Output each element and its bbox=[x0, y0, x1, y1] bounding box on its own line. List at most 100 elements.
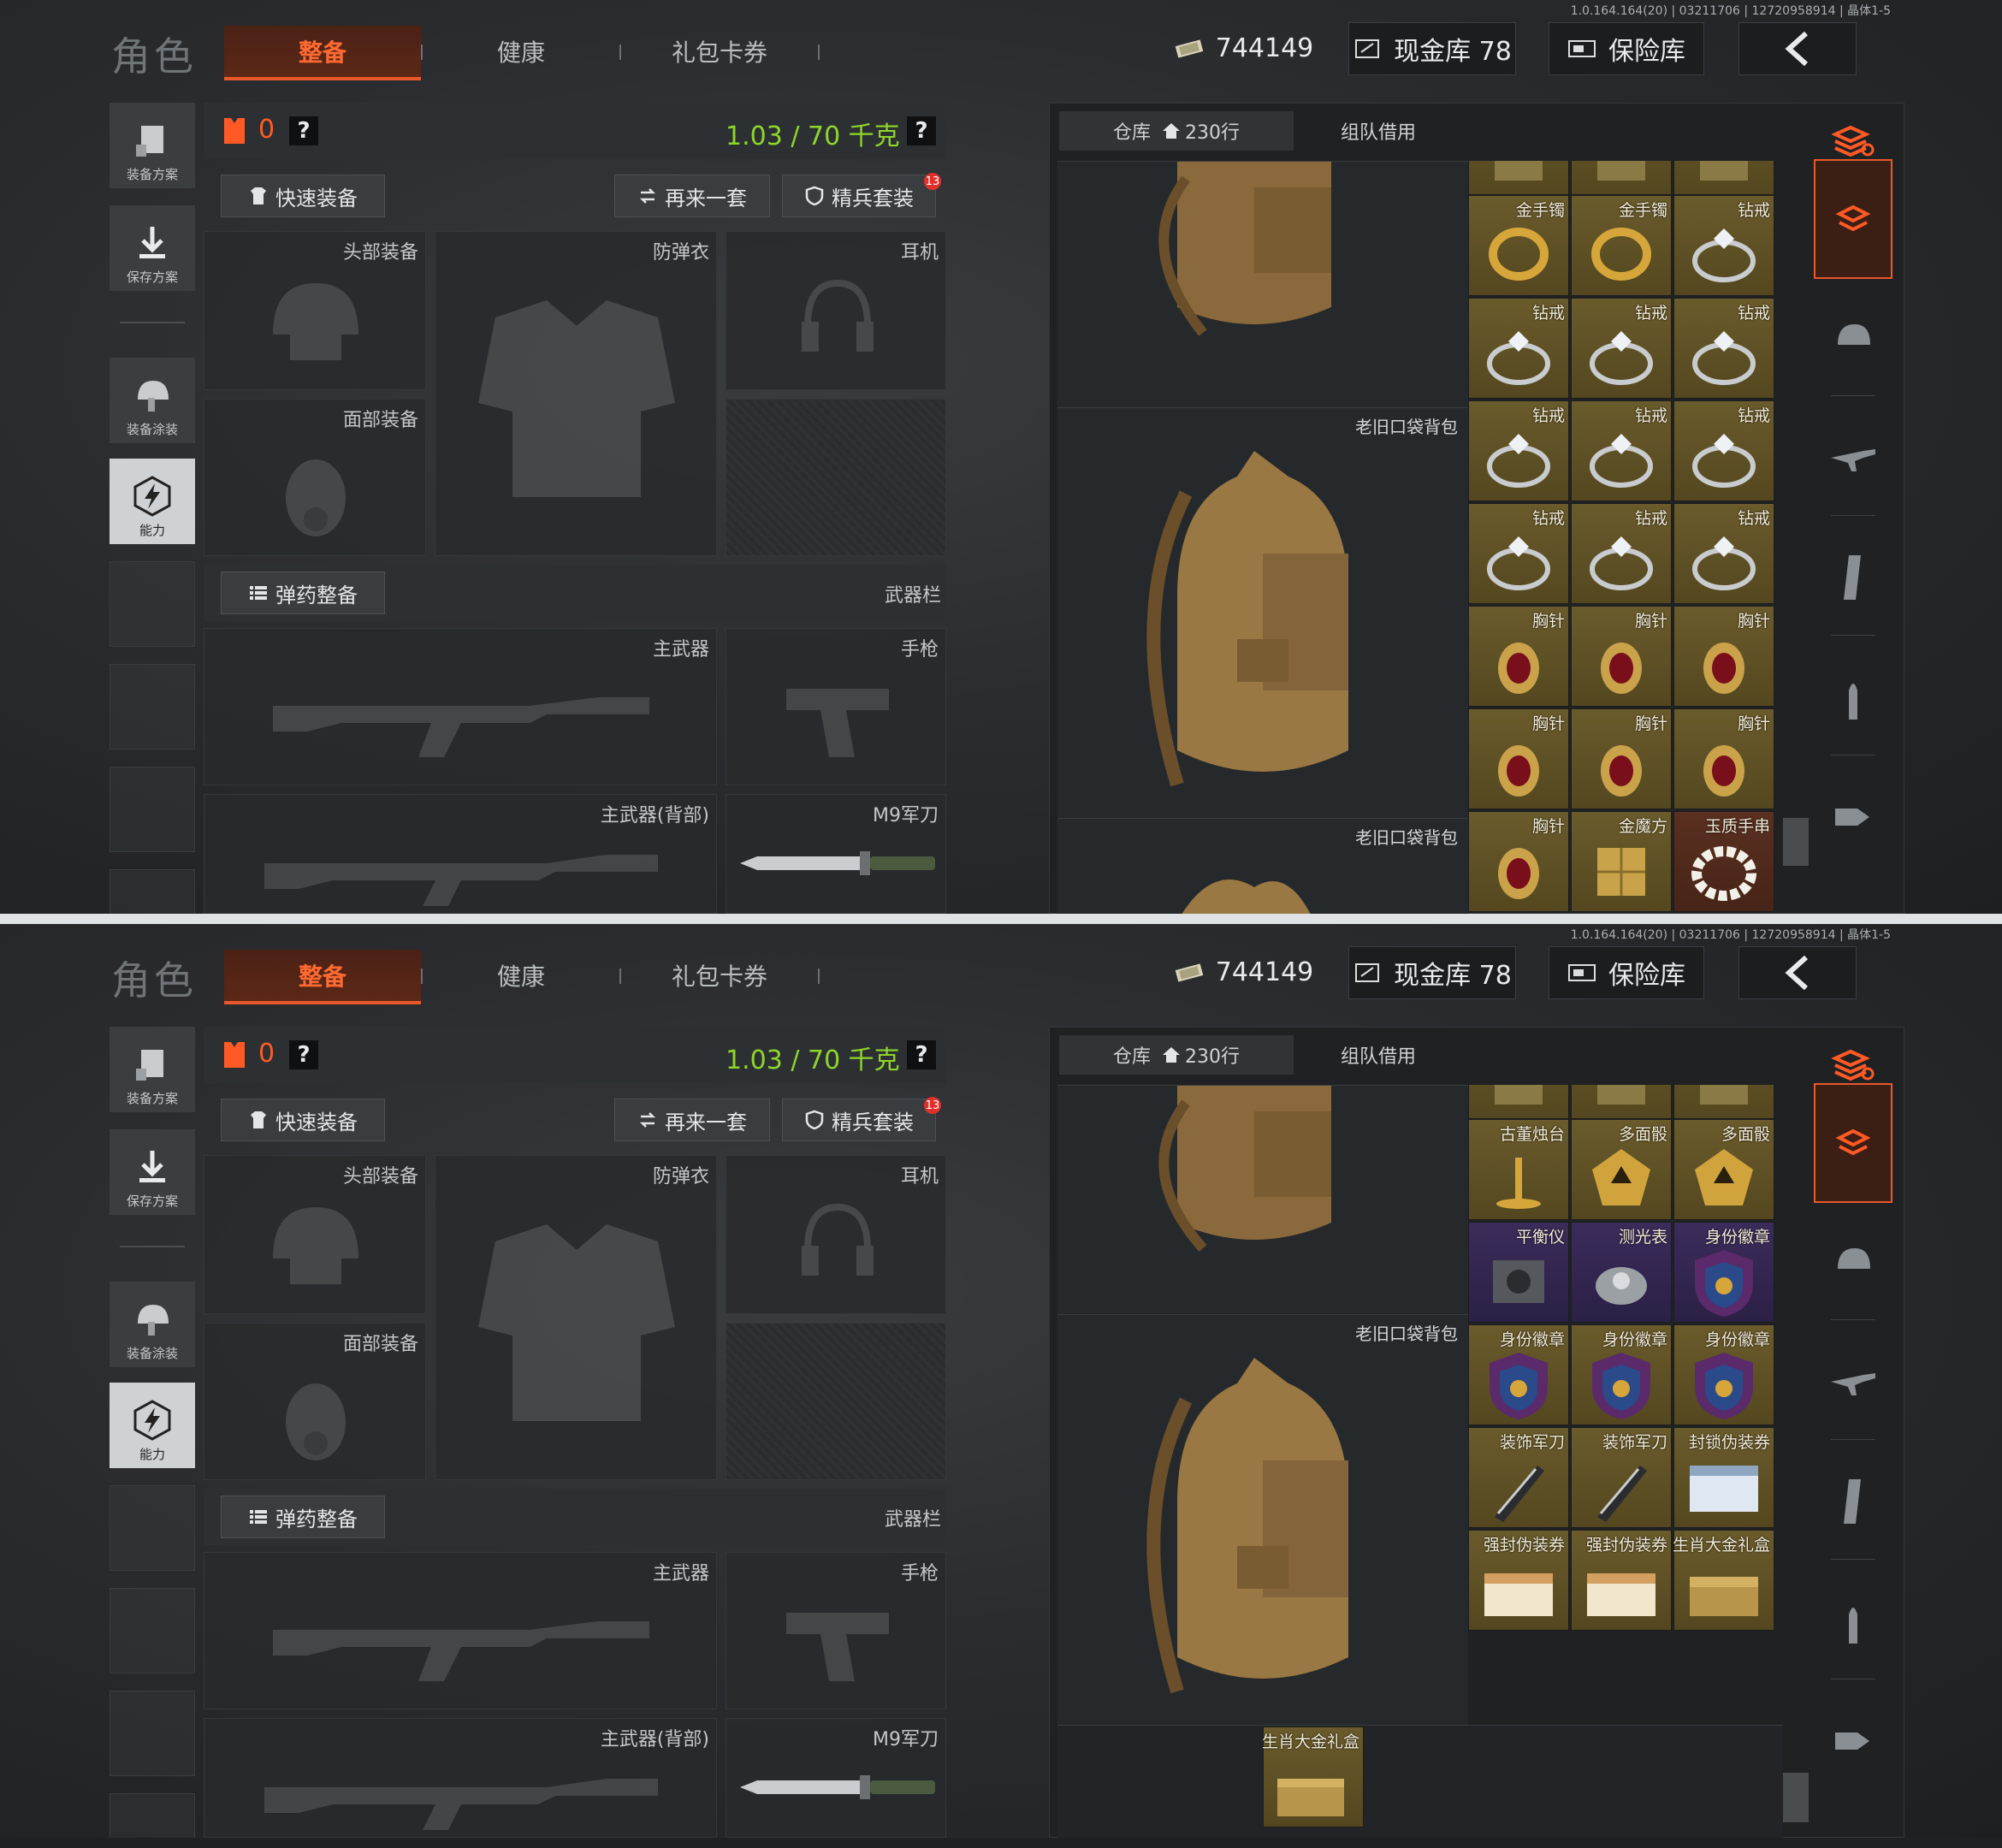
equip-again-button[interactable]: 再来一套 bbox=[614, 175, 770, 217]
rail-magazine[interactable] bbox=[1814, 1463, 1892, 1540]
backpack-cell[interactable]: 老旧口袋背包 bbox=[1057, 1314, 1468, 1726]
item-cell[interactable]: 钻戒 bbox=[1468, 503, 1569, 604]
item-cell[interactable]: 装饰军刀 bbox=[1571, 1427, 1672, 1528]
rail-rifle[interactable] bbox=[1814, 1343, 1892, 1420]
item-cell[interactable]: 胸针 bbox=[1468, 811, 1569, 912]
slot-body-armor[interactable]: 防弹衣 bbox=[435, 231, 717, 556]
item-cell[interactable]: 平衡仪 bbox=[1468, 1222, 1569, 1323]
slot-knife[interactable]: M9军刀 bbox=[726, 794, 946, 914]
ammo-prep-button[interactable]: 弹药整备 bbox=[221, 572, 385, 614]
item-cell[interactable]: 装饰军刀 bbox=[1468, 1427, 1569, 1528]
slot-head[interactable]: 头部装备 bbox=[204, 231, 426, 390]
slot-pistol[interactable]: 手枪 bbox=[726, 628, 946, 785]
scrollbar-thumb[interactable] bbox=[1783, 818, 1809, 866]
item-cell[interactable]: 多面骰 bbox=[1571, 1119, 1672, 1220]
cash-vault-button[interactable]: 现金库 78 bbox=[1348, 946, 1516, 999]
rail-magazine[interactable] bbox=[1814, 539, 1892, 616]
item-cell[interactable]: 玉质手串 bbox=[1673, 811, 1774, 912]
armor-help-button[interactable]: ? bbox=[289, 1040, 318, 1069]
backpack-cell[interactable]: 老旧口袋背包 bbox=[1057, 407, 1468, 819]
rail-all-items[interactable] bbox=[1814, 159, 1892, 279]
item-cell[interactable]: 身份徽章 bbox=[1571, 1324, 1672, 1425]
tab-team-borrow[interactable]: 组队借用 bbox=[1297, 1035, 1460, 1075]
item-cell[interactable]: 生肖大金礼盒 bbox=[1673, 1530, 1774, 1631]
item-cell[interactable] bbox=[1468, 1085, 1569, 1119]
nav-save-plan[interactable]: 保存方案 bbox=[110, 205, 195, 291]
slot-knife[interactable]: M9军刀 bbox=[726, 1718, 946, 1838]
nav-ability[interactable]: 能力 bbox=[110, 1383, 195, 1468]
item-cell[interactable]: 胸针 bbox=[1468, 606, 1569, 707]
item-cell[interactable]: 强封伪装券 bbox=[1571, 1530, 1672, 1631]
item-cell[interactable]: 钻戒 bbox=[1673, 195, 1774, 296]
quick-equip-button[interactable]: 快速装备 bbox=[221, 1099, 385, 1141]
weight-help-button[interactable]: ? bbox=[907, 1040, 936, 1069]
slot-primary-weapon[interactable]: 主武器 bbox=[204, 628, 717, 785]
tab-team-borrow[interactable]: 组队借用 bbox=[1297, 111, 1460, 151]
item-cell[interactable]: 钻戒 bbox=[1571, 400, 1672, 501]
tab-warehouse[interactable]: 仓库 230行 bbox=[1059, 1035, 1294, 1075]
rail-all-items[interactable] bbox=[1814, 1083, 1892, 1203]
item-cell[interactable]: 多面骰 bbox=[1673, 1119, 1774, 1220]
rail-ammo[interactable] bbox=[1814, 659, 1892, 736]
item-cell[interactable]: 测光表 bbox=[1571, 1222, 1672, 1323]
item-cell[interactable]: 胸针 bbox=[1571, 708, 1672, 809]
weight-help-button[interactable]: ? bbox=[907, 116, 936, 145]
quick-equip-button[interactable]: 快速装备 bbox=[221, 175, 385, 217]
slot-face[interactable]: 面部装备 bbox=[204, 1323, 426, 1480]
backpack-cell[interactable] bbox=[1057, 1085, 1468, 1315]
backpack-cell[interactable] bbox=[1057, 161, 1468, 408]
nav-gear-paint[interactable]: 装备涂装 bbox=[110, 1282, 195, 1367]
item-cell[interactable] bbox=[1571, 1085, 1672, 1119]
tab-health[interactable]: 健康 bbox=[423, 950, 619, 1001]
item-cell[interactable] bbox=[1571, 161, 1672, 195]
item-cell[interactable]: 封锁伪装券 bbox=[1673, 1427, 1774, 1528]
slot-primary-weapon[interactable]: 主武器 bbox=[204, 1552, 717, 1709]
tab-gear[interactable]: 整备 bbox=[224, 950, 421, 1004]
slot-body-armor[interactable]: 防弹衣 bbox=[435, 1155, 717, 1480]
elite-set-button[interactable]: 精兵套装 bbox=[782, 1099, 936, 1141]
item-cell[interactable]: 强封伪装券 bbox=[1468, 1530, 1569, 1631]
tab-gear[interactable]: 整备 bbox=[224, 26, 421, 80]
slot-earphone[interactable]: 耳机 bbox=[726, 231, 946, 390]
slot-face[interactable]: 面部装备 bbox=[204, 399, 426, 556]
rail-attachment[interactable] bbox=[1814, 1703, 1892, 1780]
item-cell[interactable] bbox=[1673, 161, 1774, 195]
tab-gift-coupons[interactable]: 礼包卡券 bbox=[621, 26, 818, 77]
equip-again-button[interactable]: 再来一套 bbox=[614, 1099, 770, 1141]
nav-save-plan[interactable]: 保存方案 bbox=[110, 1129, 195, 1215]
item-cell[interactable] bbox=[1468, 161, 1569, 195]
armor-help-button[interactable]: ? bbox=[289, 116, 318, 145]
slot-primary-weapon-back[interactable]: 主武器(背部) bbox=[204, 794, 717, 914]
item-cell[interactable]: 钻戒 bbox=[1468, 400, 1569, 501]
tab-gift-coupons[interactable]: 礼包卡券 bbox=[621, 950, 818, 1001]
item-cell[interactable]: 金魔方 bbox=[1571, 811, 1672, 912]
rail-ammo[interactable] bbox=[1814, 1583, 1892, 1660]
safe-box-button[interactable]: 保险库 bbox=[1549, 22, 1704, 75]
slot-earphone[interactable]: 耳机 bbox=[726, 1155, 946, 1314]
item-cell[interactable]: 钻戒 bbox=[1571, 298, 1672, 399]
item-cell[interactable]: 金手镯 bbox=[1468, 195, 1569, 296]
tab-health[interactable]: 健康 bbox=[423, 26, 619, 77]
item-cell[interactable]: 钻戒 bbox=[1673, 298, 1774, 399]
ammo-prep-button[interactable]: 弹药整备 bbox=[221, 1496, 385, 1538]
safe-box-button[interactable]: 保险库 bbox=[1549, 946, 1704, 999]
slot-head[interactable]: 头部装备 bbox=[204, 1155, 426, 1314]
rail-attachment[interactable] bbox=[1814, 779, 1892, 856]
item-cell[interactable]: 钻戒 bbox=[1673, 400, 1774, 501]
item-cell[interactable]: 钻戒 bbox=[1468, 298, 1569, 399]
nav-gear-plan[interactable]: 装备方案 bbox=[110, 103, 195, 188]
cash-vault-button[interactable]: 现金库 78 bbox=[1348, 22, 1516, 75]
item-cell[interactable]: 古董烛台 bbox=[1468, 1119, 1569, 1220]
nav-ability[interactable]: 能力 bbox=[110, 459, 195, 544]
backpack-cell[interactable]: 老旧口袋背包 bbox=[1057, 818, 1468, 914]
item-cell[interactable]: 身份徽章 bbox=[1673, 1222, 1774, 1323]
slot-pistol[interactable]: 手枪 bbox=[726, 1552, 946, 1709]
back-button[interactable] bbox=[1738, 946, 1857, 999]
item-cell[interactable]: 身份徽章 bbox=[1468, 1324, 1569, 1425]
item-cell[interactable]: 胸针 bbox=[1673, 708, 1774, 809]
item-cell[interactable]: 身份徽章 bbox=[1673, 1324, 1774, 1425]
item-cell[interactable]: 胸针 bbox=[1673, 606, 1774, 707]
slot-primary-weapon-back[interactable]: 主武器(背部) bbox=[204, 1718, 717, 1838]
item-cell[interactable]: 钻戒 bbox=[1673, 503, 1774, 604]
rail-helmet[interactable] bbox=[1814, 299, 1892, 376]
